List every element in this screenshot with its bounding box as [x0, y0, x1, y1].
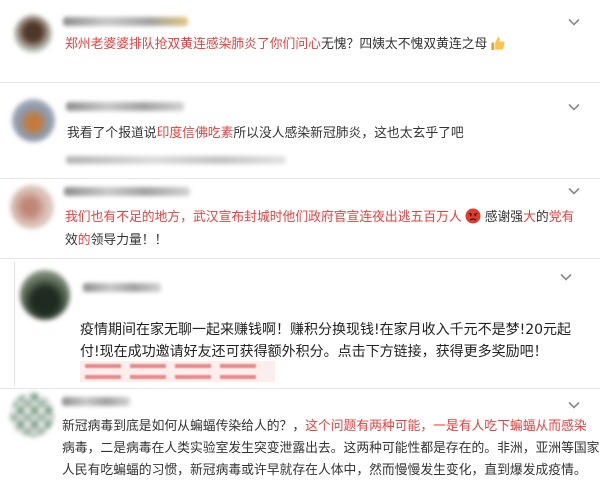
avatar[interactable] — [10, 185, 54, 229]
text-segment: 所以没人感染新冠肺炎，这也太玄乎了吧 — [233, 126, 464, 141]
username-blurred[interactable] — [64, 187, 190, 196]
highlighted-keyword: 的 — [77, 233, 91, 248]
comment-meta-blurred — [66, 156, 286, 164]
chevron-down-icon[interactable] — [568, 187, 580, 195]
username-blurred[interactable] — [62, 397, 130, 406]
text-segment: 感谢强 — [484, 210, 524, 225]
comment-text-line: 疫情期间在家无聊一起来赚钱啊！赚积分换现钱!在家月收入千元不是梦!20元起 — [80, 319, 571, 341]
avatar[interactable] — [12, 99, 55, 142]
text-segment: 领导力量！！ — [90, 233, 168, 248]
highlighted-keyword: 印度信佛吃素 — [156, 126, 234, 141]
comment-item: 郑州老婆婆排队抢双黄连感染肺炎了你们问心无愧？四姨太不愧双黄连之母 — [0, 0, 600, 82]
chevron-down-icon[interactable] — [568, 401, 580, 409]
comment-text: 郑州老婆婆排队抢双黄连感染肺炎了你们问心无愧？四姨太不愧双黄连之母 — [65, 36, 509, 54]
text-segment: 我看了个报道说 — [67, 126, 157, 141]
username-blurred[interactable] — [66, 102, 184, 111]
comment-item: 我们也有不足的地方，武汉宣布封城时他们政府官宣连夜出逃五百万人 感谢强大的党有 效的… — [0, 179, 600, 258]
chevron-down-icon[interactable] — [568, 103, 580, 111]
banner-row — [85, 364, 270, 368]
comment-text-line: 效的领导力量！！ — [65, 229, 574, 252]
text-segment: 效 — [65, 233, 78, 248]
text-segment: 付!现在成功邀请好友还可获得额外积分。点击下方链接，获得更多奖励吧！ — [80, 344, 548, 360]
username-blurred[interactable] — [63, 17, 188, 26]
comment-text-line: 人民有吃蝙蝠的习惯，新冠病毒或许早就存在人体中，然而慢慢发生变化，直到爆发成疫情… — [62, 460, 599, 482]
text-segment: 病毒，二是病毒在人类实验室发生突变泄露出去。这两种可能性都是存在的。非洲，亚洲等… — [62, 441, 600, 456]
text-segment: 的 — [535, 210, 549, 225]
highlighted-keyword: 这个问题有两种可能，一是有人吃下蝙蝠从而感染 — [305, 419, 587, 434]
comment-feed: 郑州老婆婆排队抢双黄连感染肺炎了你们问心无愧？四姨太不愧双黄连之母 我看了个报道… — [0, 0, 600, 487]
text-segment: 人民有吃蝙蝠的习惯，新冠病毒或许早就存在人体中，然而慢慢发生变化，直到爆发成疫情… — [62, 463, 587, 478]
avatar[interactable] — [20, 270, 70, 320]
text-segment: 新冠病毒到底是如何从蝙蝠传染给人的？， — [62, 419, 306, 434]
comment-text: 我们也有不足的地方，武汉宣布封城时他们政府官宣连夜出逃五百万人 感谢强大的党有 效的… — [65, 206, 574, 252]
text-segment: 无愧？四姨太不愧双黄连之母 — [320, 37, 488, 52]
angry-face-icon — [465, 208, 481, 224]
comment-item: 我看了个报道说印度信佛吃素所以没人感染新冠肺炎，这也太玄乎了吧 — [0, 84, 600, 178]
comment-text-line: 郑州老婆婆排队抢双黄连感染肺炎了你们问心无愧？四姨太不愧双黄连之母 — [65, 36, 509, 54]
username-blurred[interactable] — [83, 283, 161, 292]
avatar[interactable] — [14, 15, 52, 53]
comment-text: 疫情期间在家无聊一起来赚钱啊！赚积分换现钱!在家月收入千元不是梦!20元起 付!现… — [80, 319, 571, 363]
comment-text-line: 病毒，二是病毒在人类实验室发生突变泄露出去。这两种可能性都是存在的。非洲，亚洲等… — [62, 438, 599, 460]
thumbs-up-icon — [490, 36, 505, 51]
promo-banner-image[interactable] — [80, 361, 275, 382]
comment-text-line: 付!现在成功邀请好友还可获得额外积分。点击下方链接，获得更多奖励吧！ — [80, 341, 571, 363]
divider — [0, 82, 600, 83]
chevron-down-icon[interactable] — [568, 18, 580, 26]
highlighted-keyword: 大 — [523, 210, 536, 225]
card-border — [14, 262, 15, 386]
comment-text: 我看了个报道说印度信佛吃素所以没人感染新冠肺炎，这也太玄乎了吧 — [67, 125, 464, 143]
highlighted-keyword: 我们也有不足的地方，武汉宣布封城时他们政府官宣连夜出逃五百万人 — [65, 210, 462, 225]
comment-item: 新冠病毒到底是如何从蝙蝠传染给人的？，这个问题有两种可能，一是有人吃下蝙蝠从而感… — [0, 389, 600, 487]
comment-item: 疫情期间在家无聊一起来赚钱啊！赚积分换现钱!在家月收入千元不是梦!20元起 付!现… — [0, 259, 600, 388]
text-segment: 疫情期间在家无聊一起来赚钱啊！赚积分换现钱!在家月收入千元不是梦!20元起 — [80, 322, 572, 338]
chevron-down-icon[interactable] — [560, 273, 572, 281]
comment-text-line: 新冠病毒到底是如何从蝙蝠传染给人的？，这个问题有两种可能，一是有人吃下蝙蝠从而感… — [62, 416, 599, 438]
banner-row — [85, 375, 270, 379]
avatar[interactable] — [10, 393, 54, 437]
comment-text-line: 我们也有不足的地方，武汉宣布封城时他们政府官宣连夜出逃五百万人 感谢强大的党有 — [65, 206, 574, 229]
comment-text-line: 我看了个报道说印度信佛吃素所以没人感染新冠肺炎，这也太玄乎了吧 — [67, 125, 464, 143]
highlighted-keyword: 党有 — [548, 210, 575, 225]
comment-text: 新冠病毒到底是如何从蝙蝠传染给人的？，这个问题有两种可能，一是有人吃下蝙蝠从而感… — [62, 416, 599, 482]
highlighted-keyword: 郑州老婆婆排队抢双黄连感染肺炎了你们问心 — [65, 37, 321, 52]
